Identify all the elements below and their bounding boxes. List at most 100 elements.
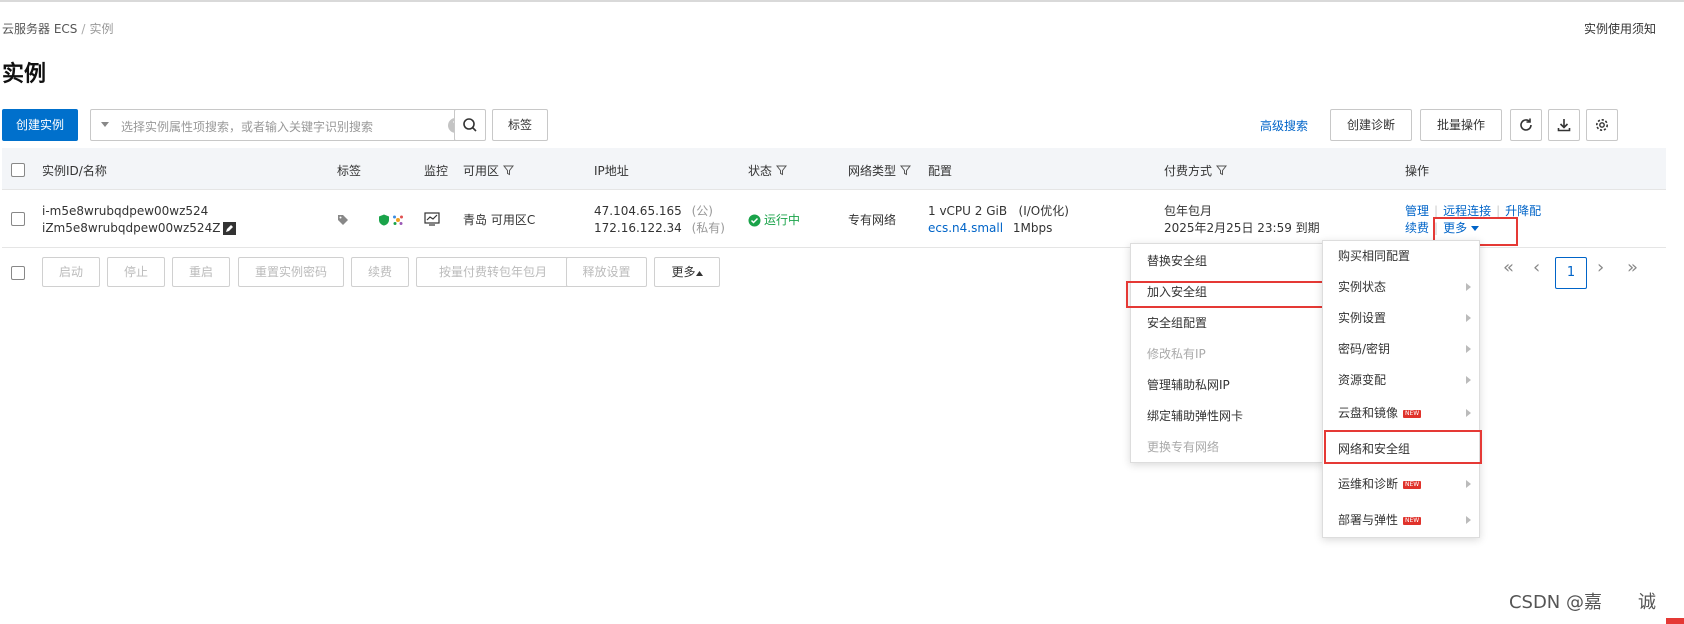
bulk-select-checkbox[interactable] — [11, 266, 25, 280]
breadcrumb-separator: / — [81, 22, 86, 36]
search-placeholder: 选择实例属性项搜索，或者输入关键字识别搜索 — [121, 120, 374, 134]
chevron-right-icon — [1466, 409, 1471, 417]
header-network: 网络类型 — [848, 162, 912, 179]
header-ip: IP地址 — [594, 164, 629, 178]
private-ip-tag: (私有) — [691, 221, 725, 235]
filter-icon[interactable] — [776, 165, 788, 176]
create-diagnosis-button[interactable]: 创建诊断 — [1330, 109, 1412, 141]
submenu-item-replace-security-group[interactable]: 替换安全组 — [1131, 246, 1323, 276]
new-badge: NEW — [1403, 409, 1422, 418]
manage-link[interactable]: 管理 — [1405, 204, 1429, 218]
filter-icon[interactable] — [1216, 165, 1228, 176]
menu-item-label: 密码/密钥 — [1338, 342, 1391, 356]
header-zone: 可用区 — [463, 162, 515, 179]
security-shield-icon[interactable] — [378, 214, 390, 226]
filter-icon[interactable] — [900, 165, 912, 176]
config-line1: 1 vCPU 2 GiB (I/O优化) — [928, 204, 1069, 218]
submenu-item-security-group-config[interactable]: 安全组配置 — [1131, 308, 1323, 338]
submenu-item-bind-eni[interactable]: 绑定辅助弹性网卡 — [1131, 401, 1323, 431]
upgrade-link[interactable]: 升降配 — [1505, 204, 1541, 218]
public-ip: 47.104.65.165 (公) — [594, 203, 713, 220]
select-all-checkbox[interactable] — [11, 163, 25, 177]
page-first-button[interactable]: « — [1503, 257, 1514, 278]
menu-item-label: 实例状态 — [1338, 280, 1387, 294]
download-icon — [1557, 119, 1571, 132]
check-circle-icon — [748, 214, 761, 227]
billing-type: 包年包月 — [1164, 204, 1213, 218]
batch-operations-button[interactable]: 批量操作 — [1420, 109, 1502, 141]
submenu-item-change-vpc: 更换专有网络 — [1147, 440, 1220, 454]
row-checkbox[interactable] — [11, 212, 25, 226]
public-ip-value: 47.104.65.165 — [594, 204, 682, 218]
chevron-right-icon — [1466, 345, 1471, 353]
status-badge: 运行中 — [748, 212, 800, 229]
renew-link[interactable]: 续费 — [1405, 221, 1429, 235]
bulk-convert-billing-button[interactable]: 按量付费转包年包月 — [416, 257, 570, 287]
bulk-restart-button[interactable]: 重启 — [172, 257, 230, 287]
menu-item-buy-same-config[interactable]: 购买相同配置 — [1323, 241, 1479, 271]
refresh-icon — [1520, 118, 1532, 131]
menu-item-label: 部署与弹性 — [1338, 513, 1399, 527]
remote-connect-link[interactable]: 远程连接 — [1443, 204, 1491, 218]
page-current-button[interactable]: 1 — [1555, 257, 1587, 289]
gear-icon — [1596, 119, 1608, 131]
breadcrumb-current: 实例 — [89, 22, 114, 36]
bulk-more-button[interactable]: 更多 — [654, 257, 720, 287]
monitor-chart-icon[interactable] — [424, 212, 440, 226]
settings-button[interactable] — [1586, 109, 1618, 141]
filter-icon[interactable] — [503, 165, 515, 176]
bulk-start-button[interactable]: 启动 — [42, 257, 100, 287]
bulk-reset-password-button[interactable]: 重置实例密码 — [238, 257, 344, 287]
more-actions-menu: 购买相同配置 实例状态 实例设置 密码/密钥 资源变配 云盘和镜像 NEW 网络和… — [1322, 240, 1480, 538]
menu-item-password-key[interactable]: 密码/密钥 — [1323, 334, 1479, 364]
zone-value: 青岛 可用区C — [463, 213, 536, 227]
menu-item-label: 云盘和镜像 — [1338, 406, 1399, 420]
search-icon — [463, 118, 477, 132]
corner-mark — [1666, 618, 1684, 624]
bulk-stop-button[interactable]: 停止 — [107, 257, 165, 287]
new-badge: NEW — [1403, 480, 1422, 489]
header-status-label: 状态 — [748, 164, 773, 178]
header-id-name: 实例ID/名称 — [42, 164, 107, 178]
search-button[interactable] — [454, 109, 486, 141]
private-ip: 172.16.122.34 (私有) — [594, 220, 725, 237]
refresh-button[interactable] — [1510, 109, 1542, 141]
chevron-right-icon — [1466, 516, 1471, 524]
breadcrumb-root[interactable]: 云服务器 ECS — [2, 22, 77, 36]
advanced-search-link[interactable]: 高级搜索 — [1260, 117, 1308, 134]
search-input[interactable]: 选择实例属性项搜索，或者输入关键字识别搜索 ? — [90, 109, 474, 141]
new-badge: NEW — [1403, 516, 1422, 525]
menu-item-resource-change[interactable]: 资源变配 — [1323, 365, 1479, 395]
menu-item-ops-diagnosis[interactable]: 运维和诊断 NEW — [1323, 469, 1479, 499]
status-text: 运行中 — [764, 213, 801, 227]
bulk-more-label: 更多 — [671, 265, 696, 279]
menu-item-instance-settings[interactable]: 实例设置 — [1323, 303, 1479, 333]
page-last-button[interactable]: » — [1627, 257, 1638, 278]
instance-spec-link[interactable]: ecs.n4.small — [928, 221, 1003, 235]
instance-notice-link[interactable]: 实例使用须知 — [1584, 20, 1656, 37]
private-ip-value: 172.16.122.34 — [594, 221, 682, 235]
bulk-renew-button[interactable]: 续费 — [351, 257, 409, 287]
download-button[interactable] — [1548, 109, 1580, 141]
page-next-button[interactable]: › — [1597, 257, 1604, 278]
network-type: 专有网络 — [848, 213, 897, 227]
tag-icon[interactable] — [337, 214, 349, 226]
caret-up-icon — [695, 271, 703, 276]
watermark: CSDN @嘉 诚 — [1508, 592, 1656, 613]
edit-icon[interactable] — [223, 222, 237, 235]
menu-item-deploy-elastic[interactable]: 部署与弹性 NEW — [1323, 505, 1479, 535]
search-dropdown-caret-icon[interactable] — [101, 122, 109, 127]
submenu-item-manage-secondary-ip[interactable]: 管理辅助私网IP — [1131, 370, 1323, 400]
service-status-icon[interactable] — [392, 214, 404, 226]
instance-id-link[interactable]: i-m5e8wrubqdpew00wz524 — [42, 203, 208, 220]
chevron-right-icon — [1466, 283, 1471, 291]
page-prev-button[interactable]: ‹ — [1533, 257, 1540, 278]
menu-item-instance-status[interactable]: 实例状态 — [1323, 272, 1479, 302]
menu-item-label: 资源变配 — [1338, 373, 1387, 387]
create-instance-button[interactable]: 创建实例 — [2, 109, 78, 141]
action-divider: | — [1434, 204, 1439, 218]
bulk-release-settings-button[interactable]: 释放设置 — [566, 257, 647, 287]
bandwidth-value: 1Mbps — [1012, 221, 1053, 235]
menu-item-disk-image[interactable]: 云盘和镜像 NEW — [1323, 398, 1479, 428]
tag-filter-button[interactable]: 标签 — [492, 109, 548, 141]
